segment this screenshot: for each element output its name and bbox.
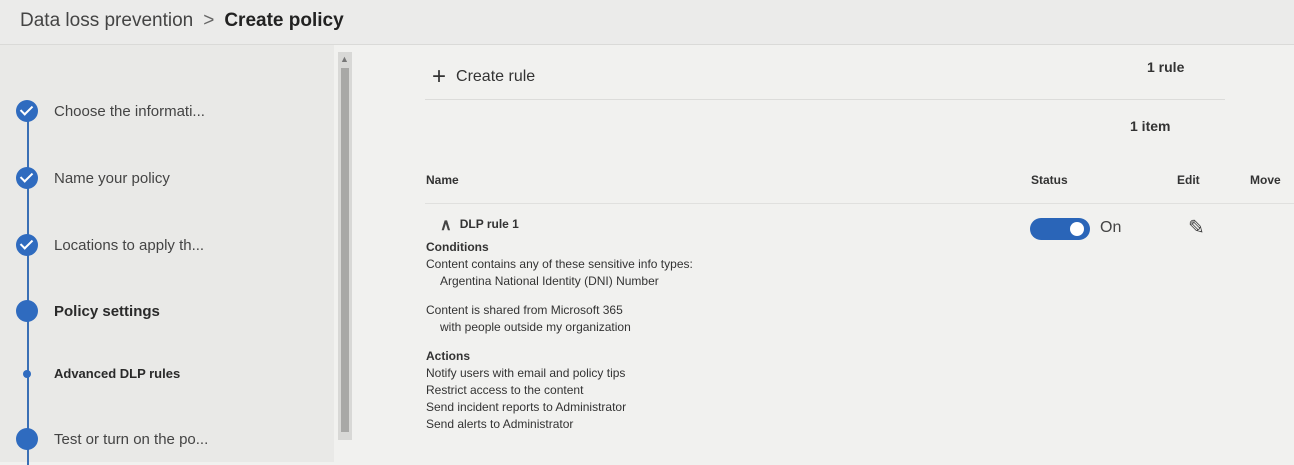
column-header-edit[interactable]: Edit	[1177, 173, 1200, 187]
actions-heading: Actions	[426, 349, 471, 363]
pencil-icon[interactable]: ✎	[1188, 215, 1205, 240]
plus-icon: +	[432, 63, 447, 90]
wizard-steps-nav: Choose the informati... Name your policy…	[0, 45, 334, 465]
page-header: Data loss prevention > Create policy	[0, 0, 1294, 45]
condition-text: Content contains any of these sensitive …	[426, 257, 693, 271]
action-item: Send alerts to Administrator	[426, 417, 574, 431]
status-label: On	[1100, 219, 1122, 236]
step-advanced-dlp-rules[interactable]: Advanced DLP rules	[0, 359, 330, 389]
chevron-up-icon[interactable]: ∧	[440, 215, 452, 235]
breadcrumb-separator: >	[203, 10, 215, 31]
scroll-thumb[interactable]	[341, 68, 349, 432]
rule-name: DLP rule 1	[459, 217, 519, 231]
scroll-up-arrow-icon[interactable]: ▲	[340, 54, 349, 64]
rule-expander[interactable]: ∧ DLP rule 1	[440, 215, 986, 235]
step-label: Choose the informati...	[54, 103, 205, 120]
step-label: Policy settings	[54, 303, 160, 320]
action-item: Send incident reports to Administrator	[426, 400, 627, 414]
create-rule-label: Create rule	[456, 68, 536, 85]
substep-dot-icon	[23, 370, 31, 378]
action-item: Restrict access to the content	[426, 383, 584, 397]
condition-text: Content is shared from Microsoft 365	[426, 303, 623, 317]
rule-row: ∧ DLP rule 1 Conditions Content contains …	[426, 215, 986, 433]
step-locations[interactable]: Locations to apply th...	[0, 231, 330, 261]
check-circle-icon	[16, 167, 38, 189]
condition-value: with people outside my organization	[440, 320, 631, 334]
step-choose-information[interactable]: Choose the informati...	[0, 97, 330, 127]
step-test-or-turn-on[interactable]: Test or turn on the po...	[0, 424, 330, 454]
step-label: Name your policy	[54, 170, 170, 187]
status-toggle[interactable]	[1030, 218, 1090, 240]
rule-details: Conditions Content contains any of these…	[426, 239, 986, 433]
conditions-heading: Conditions	[426, 240, 489, 254]
check-circle-icon	[16, 234, 38, 256]
toolbar-divider	[425, 99, 1225, 100]
condition-value: Argentina National Identity (DNI) Number	[440, 274, 659, 288]
check-circle-icon	[16, 100, 38, 122]
page-title: Create policy	[224, 10, 344, 31]
breadcrumb-parent-link[interactable]: Data loss prevention	[20, 10, 193, 31]
current-step-icon	[16, 300, 38, 322]
column-header-status[interactable]: Status	[1031, 173, 1068, 187]
column-header-move[interactable]: Move	[1250, 173, 1281, 187]
step-label: Advanced DLP rules	[54, 366, 181, 381]
rule-count: 1 rule	[1147, 59, 1185, 75]
step-policy-settings[interactable]: Policy settings	[0, 296, 330, 326]
step-name-policy[interactable]: Name your policy	[0, 163, 330, 193]
upcoming-step-icon	[16, 428, 38, 450]
item-count: 1 item	[1130, 118, 1171, 134]
rules-panel: + Create rule 1 rule 1 item Name Status E…	[360, 45, 1294, 462]
toggle-knob	[1070, 222, 1084, 236]
column-header-name[interactable]: Name	[426, 173, 459, 187]
nav-scrollbar[interactable]: ▲	[338, 52, 352, 440]
step-label: Test or turn on the po...	[54, 431, 209, 448]
step-label: Locations to apply th...	[54, 237, 205, 254]
breadcrumb: Data loss prevention > Create policy	[20, 10, 344, 32]
create-rule-button[interactable]: + Create rule	[432, 63, 535, 91]
header-divider	[425, 203, 1294, 204]
action-item: Notify users with email and policy tips	[426, 366, 626, 380]
